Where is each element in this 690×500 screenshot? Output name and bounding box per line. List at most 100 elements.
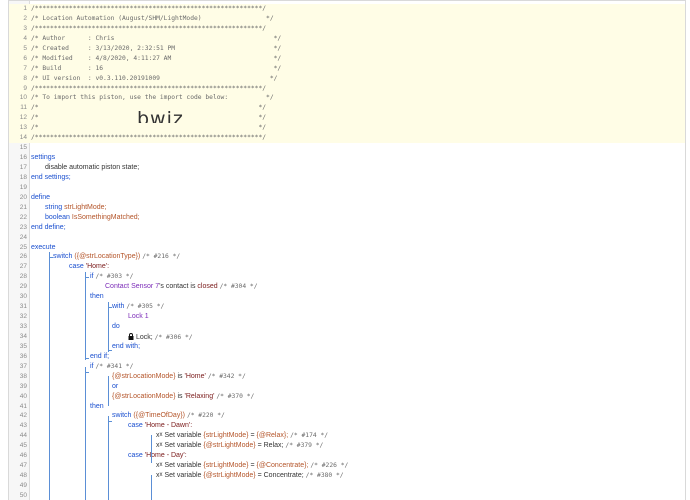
line-number: 8: [23, 74, 27, 82]
code-line: 2 /* Location Automation (August/SHM/Ligh…: [9, 13, 685, 24]
code-line: 19: [9, 183, 685, 193]
condition-operator[interactable]: is: [178, 393, 183, 400]
line-number: 19: [19, 183, 27, 191]
switch-expression[interactable]: ({@TimeOfDay}): [133, 412, 185, 419]
code-line: 18 end settings;: [9, 173, 685, 183]
line-number: 26: [19, 253, 27, 261]
set-variable-task[interactable]: Set variable: [164, 442, 201, 449]
target-variable[interactable]: {strLightMode}: [203, 432, 248, 439]
target-variable[interactable]: {@strLightMode}: [203, 442, 255, 449]
line-number: 16: [19, 154, 27, 162]
condition-operator[interactable]: is: [178, 373, 183, 380]
condition-text[interactable]: 's contact is: [159, 283, 195, 290]
variable-strLightMode[interactable]: strLightMode;: [64, 204, 106, 211]
case-keyword[interactable]: case: [128, 422, 143, 429]
code-line: 9 /**************************************…: [9, 83, 685, 94]
code-line: 22 boolean IsSomethingMatched;: [9, 213, 685, 223]
code-line: 15: [9, 143, 685, 153]
case-keyword[interactable]: case: [128, 452, 143, 459]
condition-variable[interactable]: {@strLocationMode}: [112, 393, 176, 400]
if-block-line: [85, 272, 86, 360]
statement-id: /* #174 */: [290, 432, 329, 440]
statement-id: /* #305 */: [126, 303, 165, 311]
line-number: 15: [19, 144, 27, 152]
set-variable-task[interactable]: Set variable: [164, 432, 201, 439]
code-line: 43 case 'Home - Dawn':: [9, 421, 685, 431]
disable-setting[interactable]: disable automatic piston state;: [45, 163, 139, 173]
code-line: 14 /*************************************…: [9, 133, 685, 144]
case-value: 'Home':: [85, 263, 110, 271]
statement-id: /* #380 */: [305, 472, 344, 480]
code-line: 27 case 'Home':: [9, 262, 685, 272]
case-value: 'Home - Dawn':: [144, 422, 193, 430]
with-keyword[interactable]: with: [112, 303, 124, 310]
device-contact-sensor[interactable]: Contact Sensor 7: [105, 283, 159, 290]
switch-expression[interactable]: ({@strLocationType}): [74, 253, 140, 260]
line-number: 28: [19, 273, 27, 281]
line-number: 23: [19, 223, 27, 231]
switch-keyword[interactable]: switch: [53, 253, 72, 260]
if-keyword[interactable]: if: [90, 273, 94, 280]
condition-variable[interactable]: {@strLocationMode}: [112, 373, 176, 380]
condition-value[interactable]: 'Home': [185, 373, 206, 380]
target-variable[interactable]: {strLightMode}: [203, 462, 248, 469]
line-number: 37: [19, 362, 27, 370]
case-keyword[interactable]: case: [69, 263, 84, 270]
value-expression[interactable]: {@Relax};: [257, 432, 289, 439]
case-block-line: [151, 475, 152, 500]
code-line: 5 /* Created : 3/13/2020, 2:32:51 PM */: [9, 43, 685, 54]
line-number: 30: [19, 293, 27, 301]
statement-id: /* #379 */: [285, 442, 324, 450]
line-number: 25: [19, 243, 27, 251]
if-block-tick: [85, 372, 89, 373]
line-number: 34: [19, 332, 27, 340]
lock-command[interactable]: Lock;: [136, 334, 153, 341]
line-number: 39: [19, 382, 27, 390]
value-expression[interactable]: Concentrate;: [264, 472, 304, 479]
line-number: 9: [23, 84, 27, 92]
switch-keyword[interactable]: switch: [112, 412, 131, 419]
code-line: 50: [9, 491, 685, 500]
end-with: end with;: [112, 342, 141, 350]
settings-keyword[interactable]: settings: [31, 153, 55, 163]
code-line: 1 /**************************************…: [9, 4, 685, 14]
line-number: 45: [19, 442, 27, 450]
device-lock-1[interactable]: Lock 1: [128, 312, 149, 322]
condition-value[interactable]: 'Relaxing': [185, 393, 215, 400]
set-variable-icon: xx: [156, 462, 163, 470]
line-number: 41: [19, 402, 27, 410]
do-keyword: do: [112, 323, 120, 330]
code-lines: 1 /**************************************…: [9, 4, 685, 500]
set-variable-task[interactable]: Set variable: [164, 462, 201, 469]
variable-IsSomethingMatched[interactable]: IsSomethingMatched;: [72, 214, 140, 221]
execute-keyword[interactable]: execute: [31, 243, 56, 253]
line-number: 29: [19, 283, 27, 291]
code-line: 21 string strLightMode;: [9, 203, 685, 213]
code-line: 34 Lock; /* #306 */: [9, 332, 685, 342]
value-expression[interactable]: {@Concentrate};: [257, 462, 309, 469]
case-block-line: [151, 435, 152, 463]
with-block-tick: [108, 307, 112, 308]
if-keyword[interactable]: if: [90, 363, 94, 370]
piston-code-view: 1 /**************************************…: [8, 0, 686, 500]
condition-value[interactable]: closed: [197, 283, 217, 290]
code-line: 16 settings: [9, 153, 685, 163]
define-keyword[interactable]: define: [31, 193, 50, 203]
value-expression[interactable]: Relax;: [264, 442, 284, 449]
with-block-line: [108, 302, 109, 352]
end-if: end if;: [90, 352, 110, 360]
if-block-line: [85, 367, 86, 500]
line-number: 31: [19, 303, 27, 311]
line-number: 2: [23, 14, 27, 22]
comment-border: /***************************************…: [31, 24, 267, 32]
boolean-type: boolean: [45, 213, 70, 221]
code-line: 26 switch ({@strLocationType}) /* #216 */: [9, 252, 685, 262]
set-variable-task[interactable]: Set variable: [164, 472, 201, 479]
line-number: 44: [19, 432, 27, 440]
target-variable[interactable]: {@strLightMode}: [203, 472, 255, 479]
line-number: 13: [19, 124, 27, 132]
line-number: 18: [19, 173, 27, 181]
or-operator[interactable]: or: [112, 382, 118, 392]
import-note: /* To import this piston, use the import…: [31, 94, 274, 102]
code-line: 47 xx Set variable {strLightMode} = {@Con…: [9, 461, 685, 471]
